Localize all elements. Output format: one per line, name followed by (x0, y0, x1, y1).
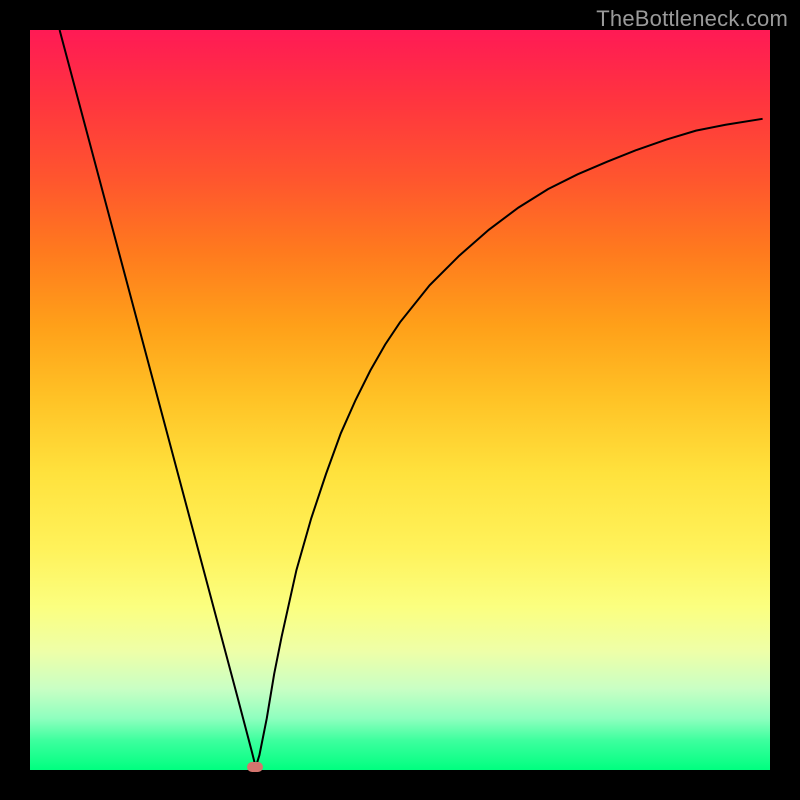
optimum-marker (247, 762, 263, 772)
watermark-text: TheBottleneck.com (596, 6, 788, 32)
bottleneck-curve (30, 30, 770, 770)
chart-frame: TheBottleneck.com (0, 0, 800, 800)
plot-area (30, 30, 770, 770)
